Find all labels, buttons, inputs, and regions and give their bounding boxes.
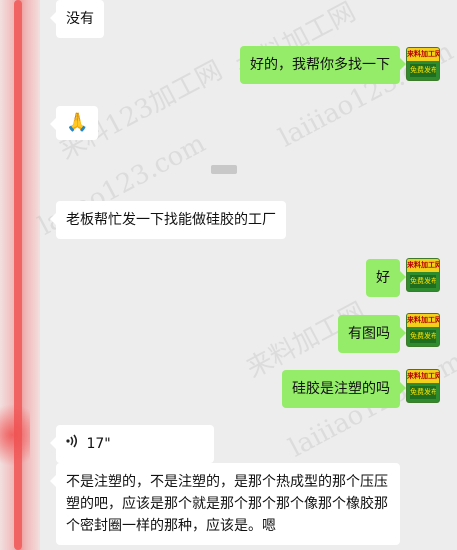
message-bubble-outgoing[interactable]: 硅胶是注塑的吗: [282, 370, 406, 408]
divider: [211, 165, 237, 174]
emoji: 🙏: [66, 112, 89, 133]
message-bubble-incoming[interactable]: 不是注塑的，不是注塑的，是那个热成型的那个压压塑的吧，应该是那个就是那个那个那个…: [50, 463, 400, 545]
avatar-top-text: 来料加工网: [407, 48, 439, 61]
avatar-top-text: 来料加工网: [407, 314, 439, 327]
avatar-top-text: 来料加工网: [407, 259, 439, 272]
voice-duration: 17": [86, 436, 111, 452]
avatar-top-text: 来料加工网: [407, 370, 439, 383]
message-text: 硅胶是注塑的吗: [292, 381, 390, 397]
message-bubble-outgoing[interactable]: 好的，我帮你多找一下: [240, 46, 406, 84]
redaction-blot: [0, 395, 30, 475]
sound-wave-icon: [66, 433, 82, 455]
message-text: 不是注塑的，不是注塑的，是那个热成型的那个压压塑的吧，应该是那个就是那个那个那个…: [66, 474, 388, 534]
avatar-bottom-text: 免费发布: [410, 275, 436, 288]
message-bubble-outgoing[interactable]: 好: [366, 259, 406, 297]
message-text: 老板帮忙发一下找能做硅胶的工厂: [66, 212, 276, 228]
avatar-bottom-text: 免费发布: [410, 64, 436, 77]
message-text: 有图吗: [348, 326, 390, 342]
avatar[interactable]: 来料加工网 免费发布: [406, 47, 440, 81]
message-bubble-outgoing[interactable]: 有图吗: [338, 315, 406, 353]
message-text: 好的，我帮你多找一下: [250, 57, 390, 73]
message-bubble-incoming[interactable]: 没有: [50, 0, 104, 38]
avatar[interactable]: 来料加工网 免费发布: [406, 369, 440, 403]
avatar-bottom-text: 免费发布: [410, 330, 436, 343]
avatar[interactable]: 来料加工网 免费发布: [406, 258, 440, 292]
avatar[interactable]: 来料加工网 免费发布: [406, 313, 440, 347]
message-text: 好: [376, 270, 390, 286]
message-bubble-incoming[interactable]: 🙏: [49, 106, 99, 140]
message-bubble-incoming[interactable]: 老板帮忙发一下找能做硅胶的工厂: [50, 201, 286, 239]
voice-message-bubble[interactable]: 17": [50, 425, 214, 463]
avatar-bottom-text: 免费发布: [410, 386, 436, 399]
message-text: 没有: [66, 11, 94, 27]
